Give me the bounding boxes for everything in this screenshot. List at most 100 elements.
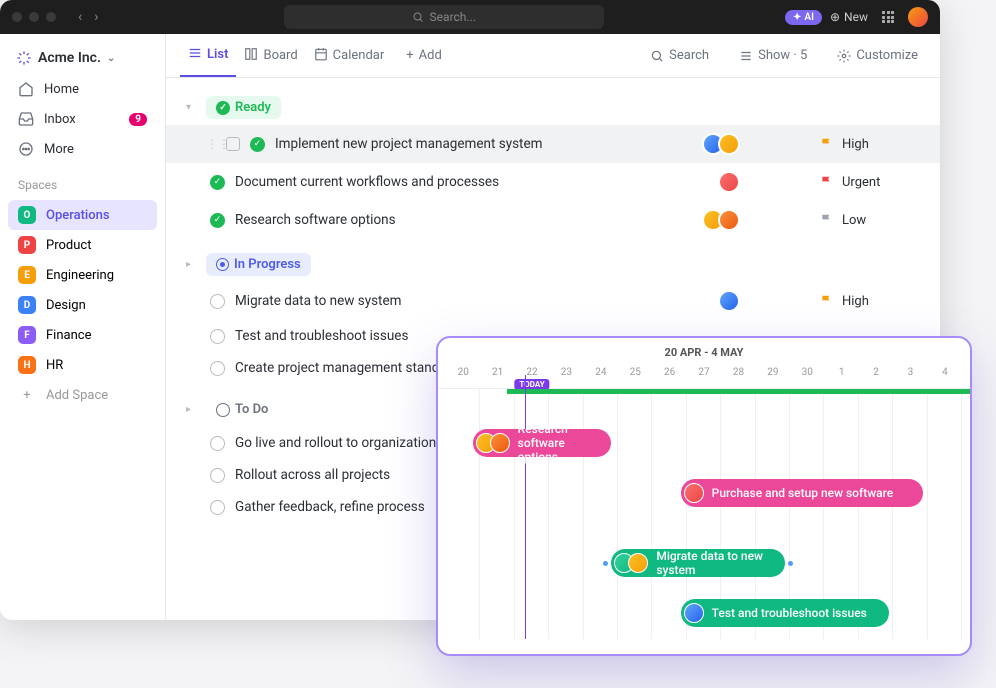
show-button[interactable]: Show · 5 (731, 48, 815, 63)
assignees[interactable] (702, 209, 740, 231)
nav-forward-icon[interactable]: › (90, 7, 102, 27)
gantt-bar[interactable]: Research software options (473, 429, 612, 457)
progress-icon (216, 258, 229, 271)
group-header[interactable]: ▸ In Progress (166, 247, 940, 282)
priority-cell[interactable]: Urgent (820, 175, 920, 190)
task-status-icon[interactable] (210, 436, 225, 451)
chevron-down-icon: ⌄ (107, 53, 115, 64)
gantt-day[interactable]: 27 (687, 363, 721, 388)
assignees[interactable] (718, 171, 740, 193)
sliders-icon (739, 49, 753, 63)
space-item-engineering[interactable]: EEngineering (8, 260, 157, 290)
task-row[interactable]: ✓Document current workflows and processe… (166, 163, 940, 201)
status-pill[interactable]: ✓Ready (206, 96, 281, 119)
flag-icon (820, 175, 834, 189)
gantt-day[interactable]: 3 (893, 363, 927, 388)
gantt-day[interactable]: 2 (859, 363, 893, 388)
space-label: Finance (46, 328, 91, 343)
tab-list[interactable]: List (180, 34, 236, 77)
space-item-hr[interactable]: HHR (8, 350, 157, 380)
gantt-day-axis: 202122TODAY23242526272829301234 (438, 363, 970, 389)
task-row[interactable]: ✓Research software optionsLow (166, 201, 940, 239)
sidebar-item-home[interactable]: Home (8, 74, 157, 104)
task-status-icon[interactable] (210, 361, 225, 376)
gear-icon (837, 49, 851, 63)
avatar (718, 209, 740, 231)
workspace-switcher[interactable]: Acme Inc. ⌄ (8, 44, 157, 72)
view-toolbar: ListBoardCalendar + Add Search Show · 5 … (166, 34, 940, 78)
task-status-icon[interactable] (210, 294, 225, 309)
gantt-range-label: 20 APR - 4 MAY (438, 338, 970, 363)
apps-icon[interactable] (882, 11, 894, 23)
add-view-button[interactable]: + Add (398, 34, 450, 77)
gantt-day[interactable]: 23 (549, 363, 583, 388)
ai-button[interactable]: ✦ AI (785, 10, 822, 25)
assignees (614, 553, 648, 573)
window-controls[interactable] (12, 12, 56, 22)
task-row[interactable]: Migrate data to new systemHigh (166, 282, 940, 320)
gantt-day[interactable]: 26 (652, 363, 686, 388)
task-status-icon[interactable]: ✓ (250, 137, 265, 152)
sidebar-item-more[interactable]: More (8, 134, 157, 164)
gantt-day[interactable]: 25 (618, 363, 652, 388)
flag-icon (820, 137, 834, 151)
gantt-day[interactable]: 29 (756, 363, 790, 388)
space-item-design[interactable]: DDesign (8, 290, 157, 320)
task-row[interactable]: ⋮⋮✓Implement new project management syst… (166, 125, 940, 163)
gantt-day[interactable]: 20 (446, 363, 480, 388)
drag-handle-icon[interactable]: ⋮⋮ (206, 137, 216, 151)
gantt-day[interactable]: 21 (480, 363, 514, 388)
assignees[interactable] (718, 290, 740, 312)
collapse-icon[interactable]: ▸ (186, 259, 198, 270)
task-status-icon[interactable] (210, 500, 225, 515)
search-button[interactable]: Search (642, 48, 717, 63)
gantt-body[interactable]: Research software options Purchase and se… (438, 389, 970, 639)
gantt-bar[interactable]: Migrate data to new system (611, 549, 784, 577)
add-space-button[interactable]: + Add Space (8, 382, 157, 409)
sidebar-item-label: Inbox (44, 112, 76, 127)
gantt-day[interactable]: 22TODAY (515, 363, 549, 388)
collapse-icon[interactable]: ▸ (186, 404, 198, 415)
home-icon (18, 81, 34, 97)
space-letter-icon: H (18, 356, 36, 374)
gantt-bar[interactable]: Purchase and setup new software (681, 479, 924, 507)
priority-cell[interactable]: Low (820, 213, 920, 228)
avatar (628, 553, 648, 573)
gantt-bar[interactable]: Test and troubleshoot issues (681, 599, 889, 627)
gantt-day[interactable]: 4 (928, 363, 962, 388)
global-search[interactable]: Search... (284, 5, 604, 29)
tab-calendar[interactable]: Calendar (306, 34, 393, 77)
avatar (490, 433, 510, 453)
status-pill[interactable]: To Do (206, 398, 278, 421)
customize-button[interactable]: Customize (829, 48, 926, 63)
tab-board[interactable]: Board (236, 34, 305, 77)
add-space-label: Add Space (46, 388, 108, 403)
sidebar-item-label: Home (44, 82, 79, 97)
status-pill[interactable]: In Progress (206, 253, 311, 276)
group-header[interactable]: ▾ ✓Ready (166, 90, 940, 125)
space-item-finance[interactable]: FFinance (8, 320, 157, 350)
gantt-day[interactable]: 24 (584, 363, 618, 388)
gantt-day[interactable]: 28 (721, 363, 755, 388)
resize-handle[interactable] (788, 561, 793, 566)
sidebar-item-inbox[interactable]: Inbox9 (8, 104, 157, 134)
space-item-product[interactable]: PProduct (8, 230, 157, 260)
priority-cell[interactable]: High (820, 137, 920, 152)
priority-cell[interactable]: High (820, 294, 920, 309)
gantt-bar-label: Purchase and setup new software (712, 486, 894, 500)
new-button[interactable]: ⊕ New (830, 10, 868, 24)
task-status-icon[interactable]: ✓ (210, 175, 225, 190)
select-checkbox[interactable] (226, 137, 240, 151)
assignees[interactable] (702, 133, 740, 155)
gantt-day[interactable]: 30 (790, 363, 824, 388)
user-avatar[interactable] (908, 7, 928, 27)
task-status-icon[interactable]: ✓ (210, 213, 225, 228)
task-status-icon[interactable] (210, 468, 225, 483)
today-line (525, 375, 527, 639)
gantt-day[interactable]: 1 (824, 363, 858, 388)
nav-back-icon[interactable]: ‹ (74, 7, 86, 27)
priority-label: High (842, 294, 869, 309)
task-status-icon[interactable] (210, 329, 225, 344)
space-item-operations[interactable]: OOperations (8, 200, 157, 230)
collapse-icon[interactable]: ▾ (186, 102, 198, 113)
